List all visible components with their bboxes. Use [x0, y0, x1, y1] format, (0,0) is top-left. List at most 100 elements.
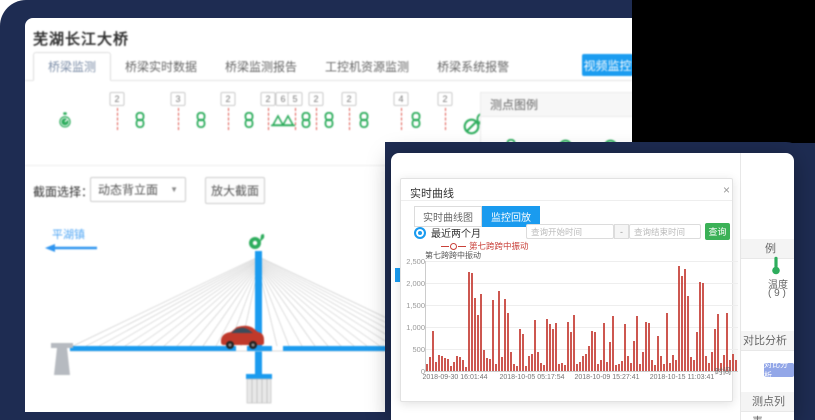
tab-1[interactable]: 桥梁监测	[33, 52, 111, 81]
link-icon	[135, 112, 145, 133]
gridline	[426, 261, 738, 262]
vibration-bar	[648, 323, 650, 371]
vibration-bar	[639, 364, 641, 371]
vibration-bar	[711, 352, 713, 371]
vibration-bar	[708, 363, 710, 371]
close-icon[interactable]: ×	[723, 183, 730, 197]
ban-icon	[463, 118, 480, 140]
y-tick-label: 2,000	[397, 279, 425, 288]
tab-3[interactable]: 桥梁监测报告	[211, 53, 311, 80]
vibration-bar	[429, 357, 431, 371]
vibration-bar	[621, 361, 623, 371]
sidebar-header-point-list: 测点列表	[741, 392, 794, 412]
dialog-tabs: 实时曲线图监控回放	[414, 206, 540, 227]
dash-marker	[316, 108, 317, 130]
x-tick-label: 2018-10-05 05:17:54	[492, 374, 572, 381]
tab-5[interactable]: 桥梁系统报警	[423, 53, 523, 80]
chevron-down-icon: ▼	[170, 185, 178, 194]
section-select-dropdown[interactable]: 动态背立面 ▼	[90, 177, 186, 202]
x-axis-name: 时间	[715, 366, 731, 377]
sensor-link[interactable]	[406, 90, 426, 146]
tower-foundation	[246, 374, 272, 403]
vibration-bar	[633, 341, 635, 371]
vibration-bar	[579, 362, 581, 371]
sensor-dash[interactable]: 3	[168, 90, 188, 146]
vibration-bar	[495, 364, 497, 371]
vibration-bar	[465, 367, 467, 371]
vibration-bar	[705, 356, 707, 371]
vibration-bar	[657, 336, 659, 371]
legend-dash	[441, 246, 449, 247]
vibration-bar	[594, 332, 596, 371]
vibration-bar	[654, 365, 656, 371]
vibration-bar	[615, 365, 617, 371]
dash-marker	[349, 108, 350, 130]
tab-2[interactable]: 桥梁实时数据	[111, 53, 211, 80]
sensor-dash[interactable]: 2	[218, 90, 238, 146]
vibration-bar	[702, 283, 704, 371]
query-start-time-input[interactable]: 查询开始时间	[526, 224, 614, 239]
sensor-dash[interactable]: 2	[107, 90, 127, 146]
legend-dash	[458, 246, 466, 247]
zoom-section-button[interactable]: 放大截面	[205, 177, 265, 204]
query-button[interactable]: 查询	[705, 223, 730, 240]
vibration-bar	[519, 329, 521, 371]
vibration-bar	[543, 365, 545, 371]
vibration-bar	[504, 299, 506, 371]
vibration-bar	[687, 296, 689, 371]
vibration-bar	[609, 342, 611, 371]
y-tick-label: 1,000	[397, 323, 425, 332]
sensor-link[interactable]	[130, 90, 150, 146]
query-end-time-input[interactable]: 查询结束时间	[629, 224, 701, 239]
vibration-bar	[699, 282, 701, 371]
dialog-header-divider	[401, 200, 732, 201]
compare-analysis-button[interactable]: 对比分析	[764, 363, 794, 377]
sensor-count-badge: 2	[110, 92, 125, 106]
recent-range-radio[interactable]: 最近两个月	[414, 225, 481, 240]
vibration-bar	[660, 356, 662, 371]
vibration-bar	[645, 322, 647, 371]
vibration-bar	[555, 323, 557, 371]
vibration-bar	[606, 362, 608, 371]
sensor-link[interactable]	[319, 90, 339, 146]
vibration-bar	[570, 332, 572, 371]
sensor-link[interactable]	[354, 90, 374, 146]
vibration-bar	[717, 314, 719, 371]
vibration-bar	[684, 269, 686, 371]
vibration-bar	[489, 359, 491, 371]
legend-panel-title: 测点图例	[481, 93, 632, 117]
video-monitor-button[interactable]: 视频监控	[582, 54, 632, 76]
sensor-link[interactable]	[191, 90, 211, 146]
vibration-bar	[450, 366, 452, 371]
link-icon	[196, 112, 206, 133]
sensor-gauge[interactable]	[55, 90, 75, 146]
vibration-bar	[624, 324, 626, 371]
vibration-bar	[477, 315, 479, 371]
dash-marker	[178, 108, 179, 130]
x-tick-label: 2018-10-15 11:03:41	[642, 374, 722, 381]
vibration-bar	[681, 276, 683, 371]
vibration-bar	[501, 357, 503, 371]
dash-marker	[445, 108, 446, 130]
dash-marker	[268, 108, 269, 130]
sensor-count-badge: 3	[171, 92, 186, 106]
sensor-dash[interactable]: 2	[435, 90, 455, 146]
tab-4[interactable]: 工控机资源监测	[311, 53, 423, 80]
vibration-bar	[444, 358, 446, 371]
vibration-bar	[696, 332, 698, 371]
vibration-bar	[474, 298, 476, 371]
sensor-link[interactable]	[239, 90, 259, 146]
vibration-chart-plot[interactable]: 2,5002,0001,5001,00050002018-09-30 16:01…	[425, 261, 738, 372]
vibration-bar	[627, 356, 629, 371]
vibration-bar	[552, 329, 554, 371]
vibration-bar	[516, 366, 518, 371]
link-icon	[359, 112, 369, 133]
sidebar-divider	[740, 153, 741, 420]
y-tick-label: 1,500	[397, 301, 425, 310]
vibration-bar	[492, 300, 494, 371]
section-select-label: 截面选择：	[33, 183, 93, 200]
dash-marker	[228, 108, 229, 130]
dialog-tab-1[interactable]: 实时曲线图	[414, 206, 482, 227]
vibration-bar	[435, 362, 437, 371]
vibration-bar	[447, 359, 449, 371]
